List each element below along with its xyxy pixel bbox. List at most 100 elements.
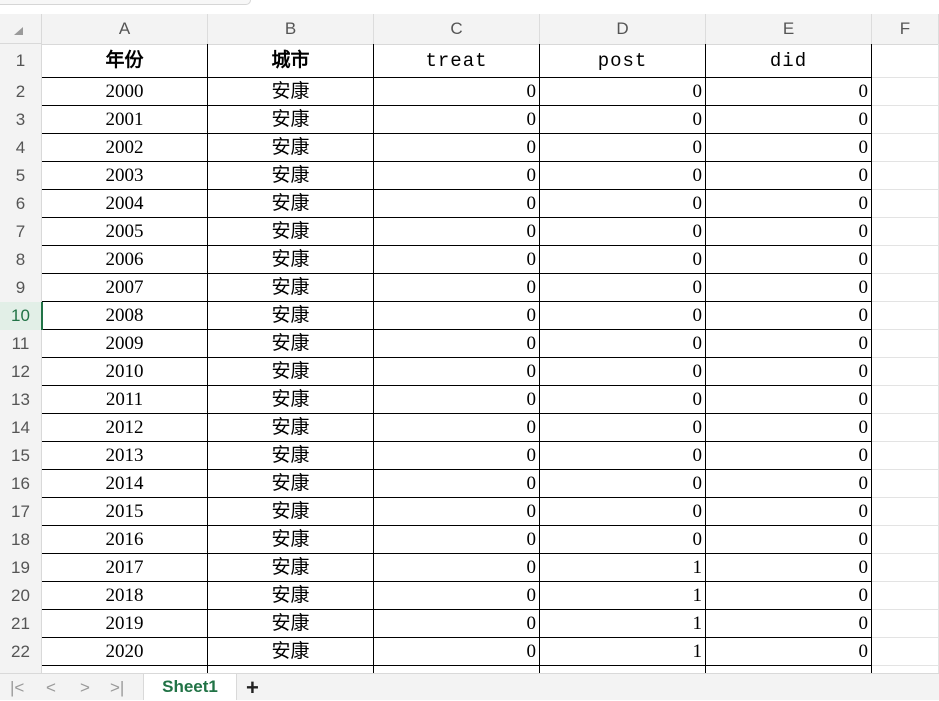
cell-d4[interactable]: 0 — [540, 134, 706, 162]
cell-d5[interactable]: 0 — [540, 162, 706, 190]
row-header-20[interactable]: 20 — [0, 582, 41, 610]
cell-d22[interactable]: 1 — [540, 638, 706, 666]
cell-b12[interactable]: 安康 — [208, 358, 374, 386]
cell-e16[interactable]: 0 — [706, 470, 872, 498]
cell-d21[interactable]: 1 — [540, 610, 706, 638]
cell-b19[interactable]: 安康 — [208, 554, 374, 582]
cell-c5[interactable]: 0 — [374, 162, 540, 190]
cell-b16[interactable]: 安康 — [208, 470, 374, 498]
column-header-d[interactable]: D — [540, 14, 706, 44]
cell-c22[interactable]: 0 — [374, 638, 540, 666]
cell-c7[interactable]: 0 — [374, 218, 540, 246]
cell-b17[interactable]: 安康 — [208, 498, 374, 526]
cell-a13[interactable]: 2011 — [42, 386, 208, 414]
cell-f22[interactable] — [872, 638, 939, 666]
cell-b8[interactable]: 安康 — [208, 246, 374, 274]
next-sheet-nav-icon[interactable]: > — [80, 678, 90, 698]
cell-d10[interactable]: 0 — [540, 302, 706, 330]
cell-e20[interactable]: 0 — [706, 582, 872, 610]
cell-b13[interactable]: 安康 — [208, 386, 374, 414]
sheet-tab-sheet1[interactable]: Sheet1 — [143, 674, 237, 700]
column-header-e[interactable]: E — [706, 14, 872, 44]
cell-d8[interactable]: 0 — [540, 246, 706, 274]
last-sheet-nav-icon[interactable]: >| — [110, 678, 124, 698]
row-header-5[interactable]: 5 — [0, 162, 41, 190]
cell-e8[interactable]: 0 — [706, 246, 872, 274]
cell-a11[interactable]: 2009 — [42, 330, 208, 358]
cell-b3[interactable]: 安康 — [208, 106, 374, 134]
row-header-19[interactable]: 19 — [0, 554, 41, 582]
cell-b14[interactable]: 安康 — [208, 414, 374, 442]
cell-f7[interactable] — [872, 218, 939, 246]
cell-d13[interactable]: 0 — [540, 386, 706, 414]
prev-sheet-nav-icon[interactable]: < — [46, 678, 56, 698]
cell-b4[interactable]: 安康 — [208, 134, 374, 162]
cell-c15[interactable]: 0 — [374, 442, 540, 470]
cell-d6[interactable]: 0 — [540, 190, 706, 218]
cell-e4[interactable]: 0 — [706, 134, 872, 162]
cell-f11[interactable] — [872, 330, 939, 358]
cell-f10[interactable] — [872, 302, 939, 330]
cell-d20[interactable]: 1 — [540, 582, 706, 610]
cell-a14[interactable]: 2012 — [42, 414, 208, 442]
cell-a8[interactable]: 2006 — [42, 246, 208, 274]
first-sheet-nav-icon[interactable]: |< — [10, 678, 24, 698]
column-header-b[interactable]: B — [208, 14, 374, 44]
header-cell-d[interactable]: post — [540, 44, 706, 78]
cell-c11[interactable]: 0 — [374, 330, 540, 358]
cell-e13[interactable]: 0 — [706, 386, 872, 414]
cell-a2[interactable]: 2000 — [42, 78, 208, 106]
cell-e5[interactable]: 0 — [706, 162, 872, 190]
cell-d3[interactable]: 0 — [540, 106, 706, 134]
row-header-2[interactable]: 2 — [0, 78, 41, 106]
row-header-13[interactable]: 13 — [0, 386, 41, 414]
header-cell-b[interactable]: 城市 — [208, 44, 374, 78]
header-cell-c[interactable]: treat — [374, 44, 540, 78]
cell-d9[interactable]: 0 — [540, 274, 706, 302]
cell-f15[interactable] — [872, 442, 939, 470]
cell-d12[interactable]: 0 — [540, 358, 706, 386]
column-header-c[interactable]: C — [374, 14, 540, 44]
cell-a10[interactable]: 2008 — [42, 302, 208, 330]
cell-a7[interactable]: 2005 — [42, 218, 208, 246]
cell-b5[interactable]: 安康 — [208, 162, 374, 190]
cell-e9[interactable]: 0 — [706, 274, 872, 302]
cell-f14[interactable] — [872, 414, 939, 442]
row-header-7[interactable]: 7 — [0, 218, 41, 246]
cell-c18[interactable]: 0 — [374, 526, 540, 554]
row-header-21[interactable]: 21 — [0, 610, 41, 638]
cell-b6[interactable]: 安康 — [208, 190, 374, 218]
cell-f21[interactable] — [872, 610, 939, 638]
cell-f9[interactable] — [872, 274, 939, 302]
row-header-9[interactable]: 9 — [0, 274, 41, 302]
cell-b20[interactable]: 安康 — [208, 582, 374, 610]
cell-f6[interactable] — [872, 190, 939, 218]
cell-c12[interactable]: 0 — [374, 358, 540, 386]
cell-a21[interactable]: 2019 — [42, 610, 208, 638]
cell-a9[interactable]: 2007 — [42, 274, 208, 302]
select-all-corner[interactable] — [0, 14, 42, 44]
cell-a16[interactable]: 2014 — [42, 470, 208, 498]
cell-d11[interactable]: 0 — [540, 330, 706, 358]
cell-a4[interactable]: 2002 — [42, 134, 208, 162]
add-sheet-icon[interactable]: + — [246, 675, 259, 701]
cell-a17[interactable]: 2015 — [42, 498, 208, 526]
cell-b10[interactable]: 安康 — [208, 302, 374, 330]
cell-a3[interactable]: 2001 — [42, 106, 208, 134]
cell-c4[interactable]: 0 — [374, 134, 540, 162]
cell-c17[interactable]: 0 — [374, 498, 540, 526]
column-header-a[interactable]: A — [42, 14, 208, 44]
cell-f16[interactable] — [872, 470, 939, 498]
cell-a6[interactable]: 2004 — [42, 190, 208, 218]
cell-f17[interactable] — [872, 498, 939, 526]
header-cell-a[interactable]: 年份 — [42, 44, 208, 78]
cell-a15[interactable]: 2013 — [42, 442, 208, 470]
cell-c20[interactable]: 0 — [374, 582, 540, 610]
cell-c2[interactable]: 0 — [374, 78, 540, 106]
cell-f18[interactable] — [872, 526, 939, 554]
cell-e10[interactable]: 0 — [706, 302, 872, 330]
cell-d16[interactable]: 0 — [540, 470, 706, 498]
cell-e12[interactable]: 0 — [706, 358, 872, 386]
cell-c19[interactable]: 0 — [374, 554, 540, 582]
cell-e14[interactable]: 0 — [706, 414, 872, 442]
